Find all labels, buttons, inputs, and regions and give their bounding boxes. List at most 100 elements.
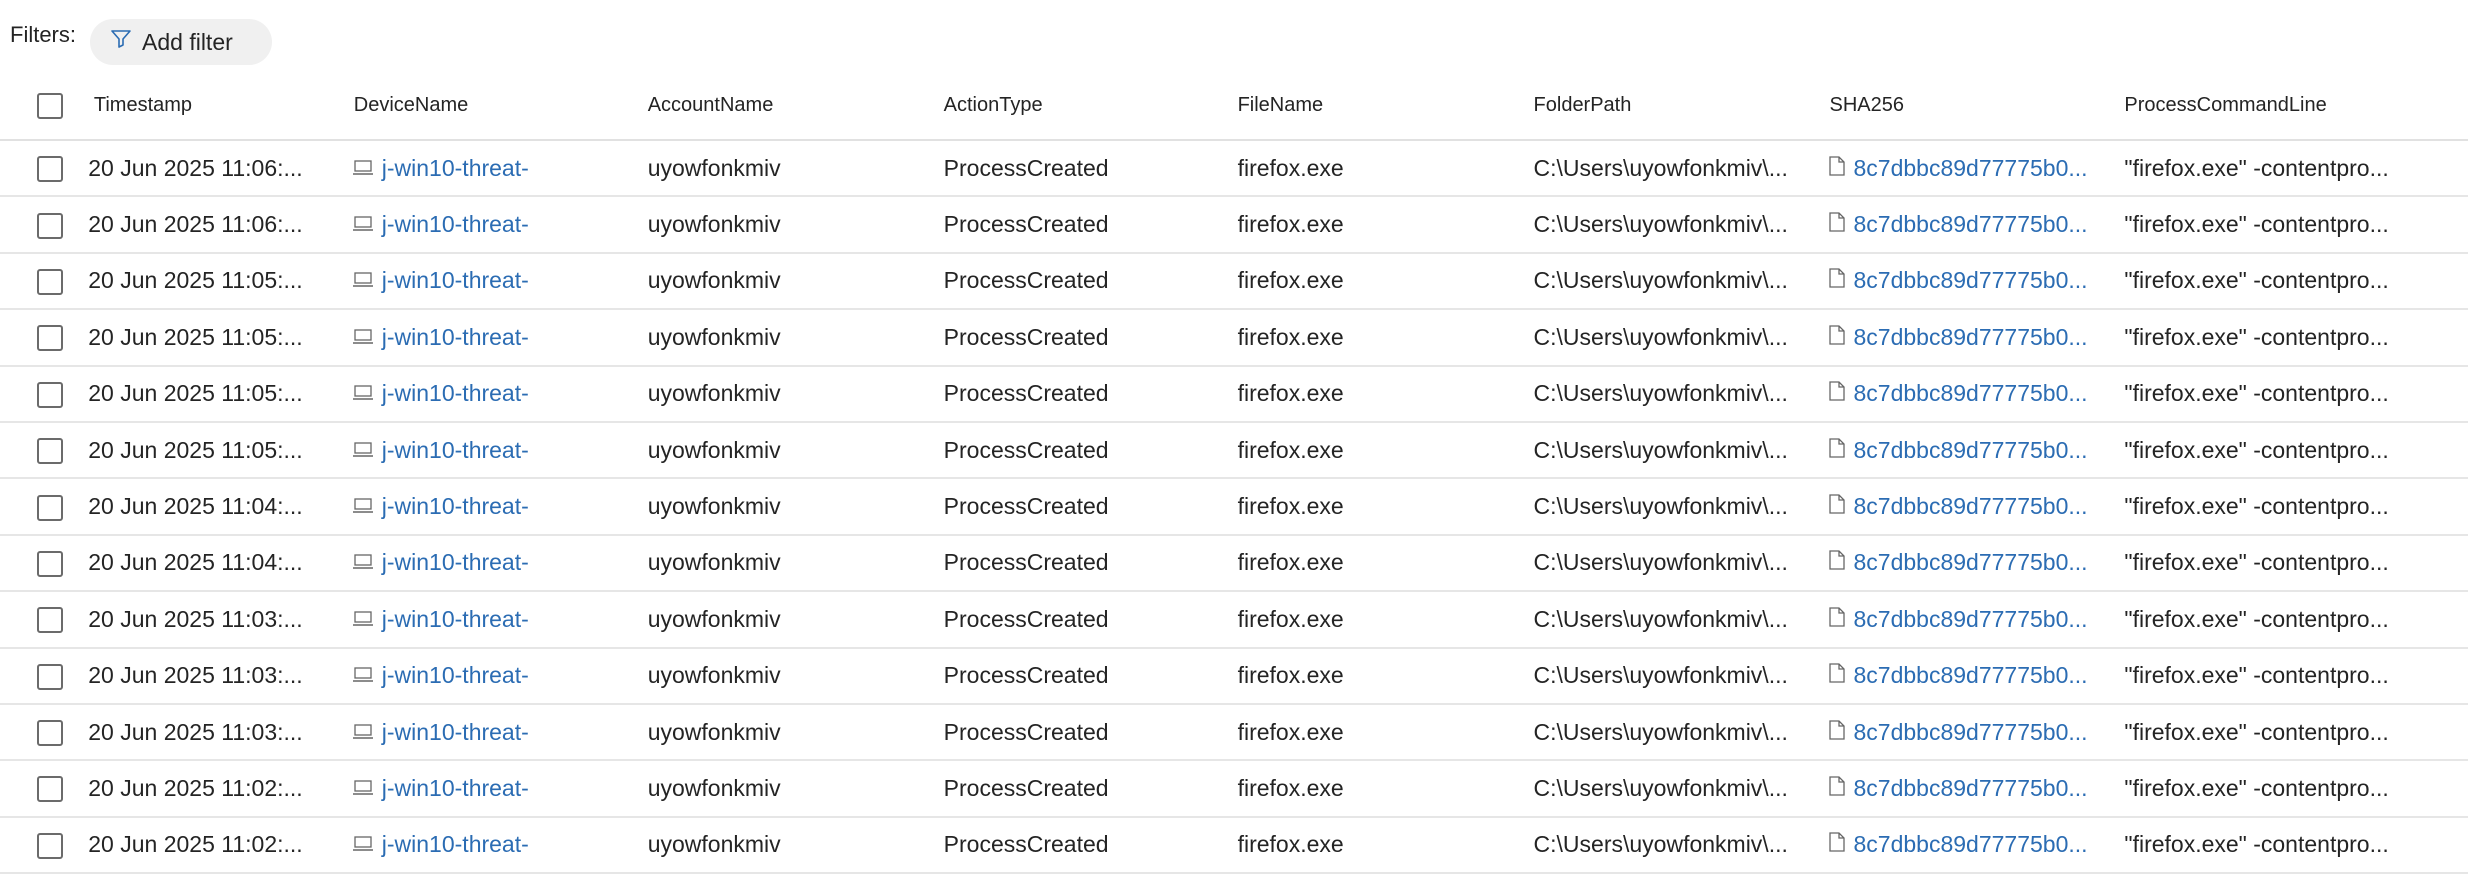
add-filter-button[interactable]: Add filter [90, 19, 272, 65]
folderpath-cell: C:\Users\uyowfonkmiv\... [1533, 831, 1788, 858]
laptop-icon [352, 831, 374, 858]
filename-cell: firefox.exe [1237, 549, 1344, 576]
device-link[interactable]: j-win10-threat- [382, 775, 529, 802]
table-row[interactable]: 20 Jun 2025 11:04:... j-win10-threat- uy… [0, 535, 2468, 592]
timestamp-cell: 20 Jun 2025 11:05:... [80, 366, 332, 422]
sha256-link[interactable]: 8c7dbbc89d77775b0... [1853, 493, 2087, 520]
row-checkbox[interactable] [37, 325, 63, 352]
row-checkbox[interactable] [37, 212, 63, 239]
row-select-cell [0, 478, 80, 534]
table-row[interactable]: 20 Jun 2025 11:02:... j-win10-threat- uy… [0, 760, 2468, 817]
device-link[interactable]: j-win10-threat- [382, 493, 529, 520]
timestamp-value: 20 Jun 2025 11:04:... [88, 549, 303, 576]
sha256-link[interactable]: 8c7dbbc89d77775b0... [1853, 267, 2087, 294]
file-icon [1829, 775, 1846, 802]
column-header-timestamp[interactable]: Timestamp [79, 72, 332, 141]
laptop-icon [352, 211, 374, 238]
device-link[interactable]: j-win10-threat- [382, 324, 529, 351]
select-all-checkbox[interactable] [37, 92, 63, 119]
device-link[interactable]: j-win10-threat- [382, 380, 529, 407]
table-row[interactable]: 20 Jun 2025 11:03:... j-win10-threat- uy… [0, 704, 2468, 761]
sha256-cell: 8c7dbbc89d77775b0... [1809, 196, 2104, 252]
sha256-link[interactable]: 8c7dbbc89d77775b0... [1853, 662, 2087, 689]
laptop-icon [352, 380, 374, 407]
table-row[interactable]: 20 Jun 2025 11:05:... j-win10-threat- uy… [0, 366, 2468, 422]
device-link[interactable]: j-win10-threat- [382, 831, 529, 858]
sha256-link[interactable]: 8c7dbbc89d77775b0... [1853, 437, 2087, 464]
folderpath-cell: C:\Users\uyowfonkmiv\... [1533, 267, 1788, 294]
sha256-link[interactable]: 8c7dbbc89d77775b0... [1853, 606, 2087, 633]
processcommandline-cell: "firefox.exe" -contentpro... [2124, 831, 2389, 858]
device-link[interactable]: j-win10-threat- [382, 606, 529, 633]
sha256-cell: 8c7dbbc89d77775b0... [1809, 478, 2104, 534]
timestamp-value: 20 Jun 2025 11:03:... [88, 605, 303, 632]
row-checkbox[interactable] [37, 776, 63, 803]
row-checkbox[interactable] [37, 550, 63, 577]
timestamp-value: 20 Jun 2025 11:04:... [88, 493, 303, 520]
file-icon [1829, 324, 1846, 351]
row-checkbox[interactable] [37, 663, 63, 690]
add-filter-label: Add filter [142, 28, 233, 55]
table-row[interactable]: 20 Jun 2025 11:02:... j-win10-threat- uy… [0, 817, 2468, 874]
processcommandline-cell: "firefox.exe" -contentpro... [2124, 323, 2389, 350]
device-link[interactable]: j-win10-threat- [382, 155, 529, 182]
timestamp-value: 20 Jun 2025 11:06:... [88, 211, 303, 238]
device-link[interactable]: j-win10-threat- [382, 211, 529, 238]
timestamp-cell: 20 Jun 2025 11:02:... [80, 760, 332, 816]
row-checkbox[interactable] [37, 268, 63, 295]
actiontype-cell: ProcessCreated [943, 380, 1109, 407]
filename-cell: firefox.exe [1237, 774, 1344, 801]
device-link[interactable]: j-win10-threat- [382, 719, 529, 746]
row-checkbox[interactable] [37, 720, 63, 747]
table-row[interactable]: 20 Jun 2025 11:05:... j-win10-threat- uy… [0, 422, 2468, 479]
row-checkbox[interactable] [37, 438, 63, 465]
table-header-row: Timestamp DeviceName AccountName ActionT… [0, 72, 2468, 141]
table-row[interactable]: 20 Jun 2025 11:06:... j-win10-threat- uy… [0, 196, 2468, 253]
sha256-link[interactable]: 8c7dbbc89d77775b0... [1853, 324, 2087, 351]
row-checkbox[interactable] [37, 607, 63, 634]
sha256-link[interactable]: 8c7dbbc89d77775b0... [1853, 831, 2087, 858]
device-link[interactable]: j-win10-threat- [382, 437, 529, 464]
sha256-cell: 8c7dbbc89d77775b0... [1809, 140, 2104, 196]
device-link[interactable]: j-win10-threat- [382, 549, 529, 576]
sha256-link[interactable]: 8c7dbbc89d77775b0... [1853, 719, 2087, 746]
device-link[interactable]: j-win10-threat- [382, 662, 529, 689]
table-row[interactable]: 20 Jun 2025 11:04:... j-win10-threat- uy… [0, 478, 2468, 535]
devicename-cell: j-win10-threat- [332, 535, 627, 591]
device-link[interactable]: j-win10-threat- [382, 267, 529, 294]
table-row[interactable]: 20 Jun 2025 11:05:... j-win10-threat- uy… [0, 253, 2468, 310]
devicename-cell: j-win10-threat- [332, 478, 627, 534]
table-row[interactable]: 20 Jun 2025 11:05:... j-win10-threat- uy… [0, 309, 2468, 366]
column-header-folderpath[interactable]: FolderPath [1513, 72, 1810, 141]
timestamp-value: 20 Jun 2025 11:05:... [88, 323, 303, 350]
column-header-processcommandline[interactable]: ProcessCommandLine [2104, 72, 2468, 141]
row-checkbox[interactable] [37, 832, 63, 859]
row-checkbox[interactable] [37, 494, 63, 521]
column-header-sha256[interactable]: SHA256 [1809, 72, 2105, 141]
processcommandline-cell: "firefox.exe" -contentpro... [2124, 774, 2389, 801]
sha256-link[interactable]: 8c7dbbc89d77775b0... [1853, 211, 2087, 238]
file-icon [1829, 493, 1846, 520]
accountname-cell: uyowfonkmiv [647, 774, 781, 801]
actiontype-cell: ProcessCreated [943, 831, 1109, 858]
sha256-link[interactable]: 8c7dbbc89d77775b0... [1853, 549, 2087, 576]
column-header-actiontype[interactable]: ActionType [922, 72, 1218, 141]
table-row[interactable]: 20 Jun 2025 11:03:... j-win10-threat- uy… [0, 591, 2468, 648]
row-checkbox[interactable] [37, 381, 63, 408]
processcommandline-cell: "firefox.exe" -contentpro... [2124, 549, 2389, 576]
column-header-devicename[interactable]: DeviceName [331, 72, 627, 141]
sha256-cell: 8c7dbbc89d77775b0... [1809, 817, 2104, 873]
laptop-icon [352, 719, 374, 746]
column-header-accountname[interactable]: AccountName [626, 72, 923, 141]
column-header-filename[interactable]: FileName [1217, 72, 1514, 141]
devicename-cell: j-win10-threat- [332, 366, 627, 422]
sha256-link[interactable]: 8c7dbbc89d77775b0... [1853, 775, 2087, 802]
table-row[interactable]: 20 Jun 2025 11:03:... j-win10-threat- uy… [0, 648, 2468, 704]
file-icon [1829, 380, 1846, 407]
row-checkbox[interactable] [37, 156, 63, 183]
sha256-link[interactable]: 8c7dbbc89d77775b0... [1853, 155, 2087, 182]
laptop-icon [352, 437, 374, 464]
sha256-link[interactable]: 8c7dbbc89d77775b0... [1853, 380, 2087, 407]
table-row[interactable]: 20 Jun 2025 11:06:... j-win10-threat- uy… [0, 140, 2468, 197]
filename-cell: firefox.exe [1237, 267, 1344, 294]
